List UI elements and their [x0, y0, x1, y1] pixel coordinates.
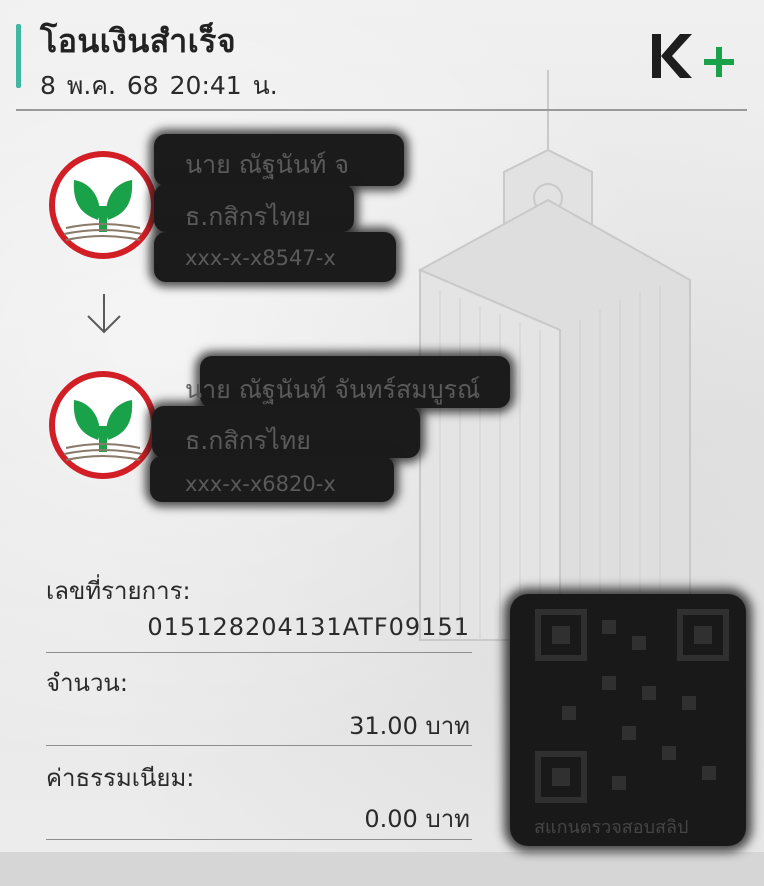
- receiver-bank: ธ.กสิกรไทย: [185, 426, 311, 455]
- qr-caption: สแกนตรวจสอบสลิป: [534, 817, 689, 838]
- field-divider: [46, 839, 472, 840]
- kbank-logo-icon: [49, 371, 157, 479]
- receiver-account: xxx-x-x6820-x: [185, 472, 336, 496]
- sender-bank: ธ.กสิกรไทย: [185, 202, 311, 231]
- kbank-logo-icon: [49, 151, 157, 259]
- kplus-logo-icon: [652, 34, 734, 78]
- amount-label: จำนวน:: [46, 669, 128, 697]
- page-title: โอนเงินสำเร็จ: [40, 22, 237, 60]
- arrow-down-icon: [87, 294, 121, 334]
- amount-value: 31.00 บาท: [349, 712, 470, 740]
- fee-label: ค่าธรรมเนียม:: [46, 764, 195, 792]
- bottom-strip: [0, 852, 764, 886]
- sender-name: นาย ณัฐนันท์ จ: [185, 150, 349, 179]
- header-divider: [16, 109, 747, 111]
- header-accent-bar: [16, 24, 21, 88]
- fee-value: 0.00 บาท: [364, 805, 470, 833]
- sender-account: xxx-x-x8547-x: [185, 246, 336, 270]
- receiver-name: นาย ณัฐนันท์ จันทร์สมบูรณ์: [185, 375, 481, 404]
- reference-value: 015128204131ATF09151: [147, 613, 470, 641]
- field-divider: [46, 745, 472, 746]
- reference-label: เลขที่รายการ:: [46, 577, 191, 605]
- field-divider: [46, 652, 472, 653]
- transaction-datetime: 8 พ.ค. 68 20:41 น.: [40, 71, 278, 100]
- qr-code-icon: [535, 609, 729, 803]
